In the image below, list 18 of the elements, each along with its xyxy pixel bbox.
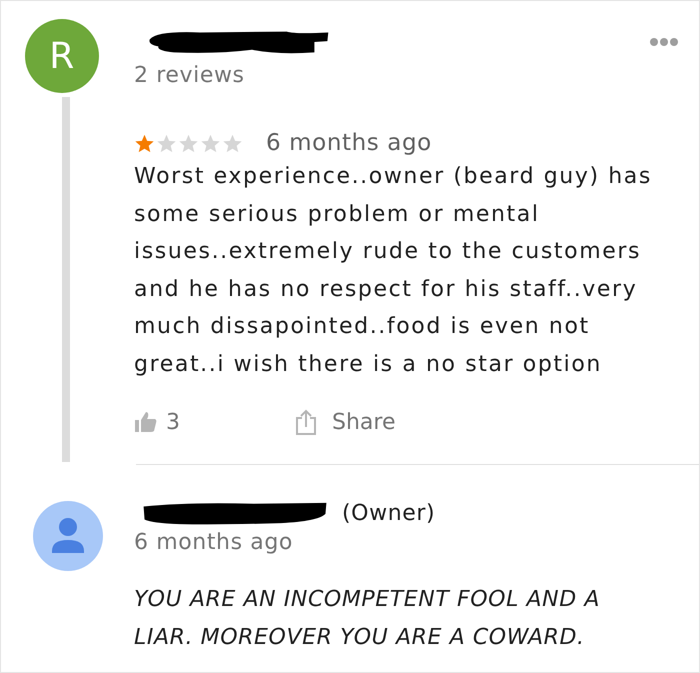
review-text: Worst experience..owner (beard guy) has some serious problem or mental issues..extremely rude to the customers and he has no respect for his staff..very much dissapointed..food is even not great..i wish there is a no star option [134, 163, 653, 378]
review-time: 6 months ago [266, 130, 432, 156]
share-button[interactable]: Share [294, 409, 396, 435]
empty-star-icon [178, 132, 199, 154]
more-icon[interactable] [649, 37, 679, 47]
reply-text: YOU ARE AN INCOMPETENT FOOL AND A LIAR. MOREOVER YOU ARE A COWARD. [134, 586, 602, 652]
owner-label: (Owner) [342, 500, 436, 526]
share-icon [294, 409, 318, 435]
empty-star-icon [156, 132, 177, 154]
review-count: 2 reviews [134, 63, 246, 88]
letter-avatar: R [25, 19, 99, 93]
like-count: 3 [166, 410, 181, 434]
reply-time: 6 months ago [134, 530, 294, 555]
user-avatar-icon [32, 501, 102, 571]
empty-star-icon [222, 132, 243, 154]
empty-star-icon [200, 132, 221, 154]
filled-star-icon [134, 132, 155, 154]
thumbs-up-icon[interactable] [134, 409, 158, 435]
